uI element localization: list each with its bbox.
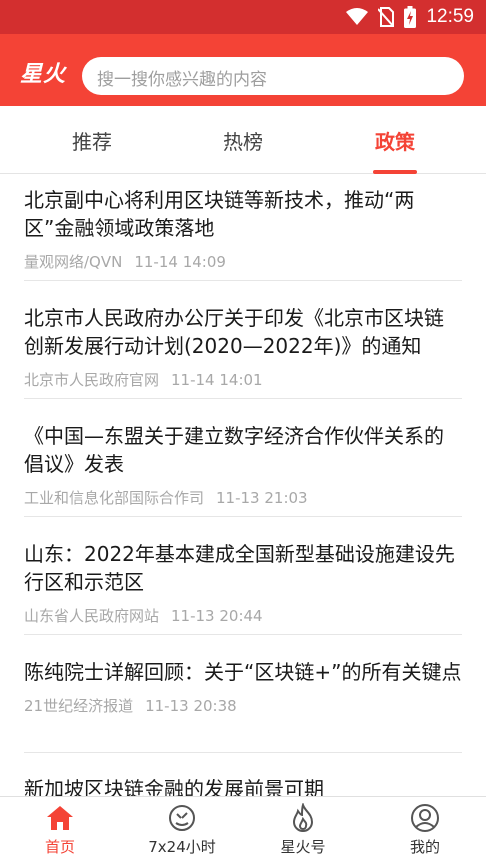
- nav-7x24-label: 7x24小时: [148, 838, 216, 856]
- no-sim-icon: [378, 7, 395, 27]
- flame-icon: [292, 803, 314, 832]
- article-source: 量观网络/QVN: [24, 253, 123, 271]
- home-icon: [47, 806, 73, 830]
- article-time: 11-13 20:44: [171, 607, 263, 625]
- article-source: 工业和信息化部国际合作司: [24, 489, 205, 507]
- article-title: 山东：2022年基本建成全国新型基础设施建设先行区和示范区: [24, 542, 455, 594]
- list-item[interactable]: 《中国—东盟关于建立数字经济合作伙伴关系的倡议》发表 工业和信息化部国际合作司 1…: [24, 422, 462, 517]
- app-logo: 星火: [20, 61, 67, 87]
- search-input[interactable]: 搜一搜你感兴趣的内容: [82, 57, 464, 95]
- article-meta: 北京市人民政府官网 11-14 14:01: [24, 369, 462, 390]
- clock-icon: [169, 805, 195, 831]
- article-time: 11-14 14:09: [134, 253, 226, 271]
- article-title: 《中国—东盟关于建立数字经济合作伙伴关系的倡议》发表: [24, 424, 444, 476]
- article-title: 陈纯院士详解回顾：关于“区块链+”的所有关键点: [24, 660, 462, 684]
- wifi-icon: [346, 8, 369, 25]
- category-tabs: 推荐 热榜 政策: [0, 106, 486, 174]
- article-source: 山东省人民政府网站: [24, 607, 160, 625]
- article-meta: 山东省人民政府网站 11-13 20:44: [24, 605, 462, 626]
- article-title: 北京副中心将利用区块链等新技术，推动“两区”金融领域政策落地: [24, 188, 415, 240]
- tab-hot-list[interactable]: 热榜: [193, 126, 293, 155]
- nav-home-label: 首页: [44, 838, 75, 856]
- bottom-nav: 首页 7x24小时 星火号 我的: [0, 796, 486, 864]
- search-placeholder: 搜一搜你感兴趣的内容: [97, 70, 267, 90]
- list-item[interactable]: 陈纯院士详解回顾：关于“区块链+”的所有关键点 21世纪经济报道 11-13 20…: [24, 658, 462, 753]
- active-tab-indicator: [373, 170, 417, 174]
- article-time: 11-13 20:38: [145, 697, 237, 715]
- article-source: 21世纪经济报道: [24, 697, 134, 715]
- article-time: 11-13 21:03: [216, 489, 308, 507]
- nav-xinghuo[interactable]: 星火号: [253, 803, 353, 857]
- article-title: 北京市人民政府办公厅关于印发《北京市区块链创新发展行动计划(2020—2022年…: [24, 306, 444, 358]
- status-time: 12:59: [426, 6, 474, 27]
- nav-7x24[interactable]: 7x24小时: [132, 803, 232, 857]
- nav-home[interactable]: 首页: [10, 803, 110, 857]
- nav-xinghuo-label: 星火号: [280, 838, 326, 856]
- tab-policy[interactable]: 政策: [345, 126, 445, 155]
- status-icons: 12:59: [346, 0, 474, 34]
- article-time: 11-14 14:01: [171, 371, 263, 389]
- list-item[interactable]: 山东：2022年基本建成全国新型基础设施建设先行区和示范区 山东省人民政府网站 1…: [24, 540, 462, 635]
- status-bar: 12:59: [0, 0, 486, 34]
- battery-charging-icon: [404, 6, 417, 28]
- tab-recommend[interactable]: 推荐: [42, 126, 142, 155]
- article-meta: 工业和信息化部国际合作司 11-13 21:03: [24, 487, 462, 508]
- app-header: 星火 搜一搜你感兴趣的内容: [0, 34, 486, 106]
- nav-profile-label: 我的: [409, 838, 440, 856]
- article-meta: 21世纪经济报道 11-13 20:38: [24, 695, 462, 716]
- profile-icon: [411, 804, 439, 832]
- article-source: 北京市人民政府官网: [24, 371, 160, 389]
- nav-profile[interactable]: 我的: [375, 803, 475, 857]
- list-item[interactable]: 北京市人民政府办公厅关于印发《北京市区块链创新发展行动计划(2020—2022年…: [24, 304, 462, 399]
- article-meta: 量观网络/QVN 11-14 14:09: [24, 251, 462, 272]
- list-item[interactable]: 北京副中心将利用区块链等新技术，推动“两区”金融领域政策落地 量观网络/QVN 1…: [24, 186, 462, 281]
